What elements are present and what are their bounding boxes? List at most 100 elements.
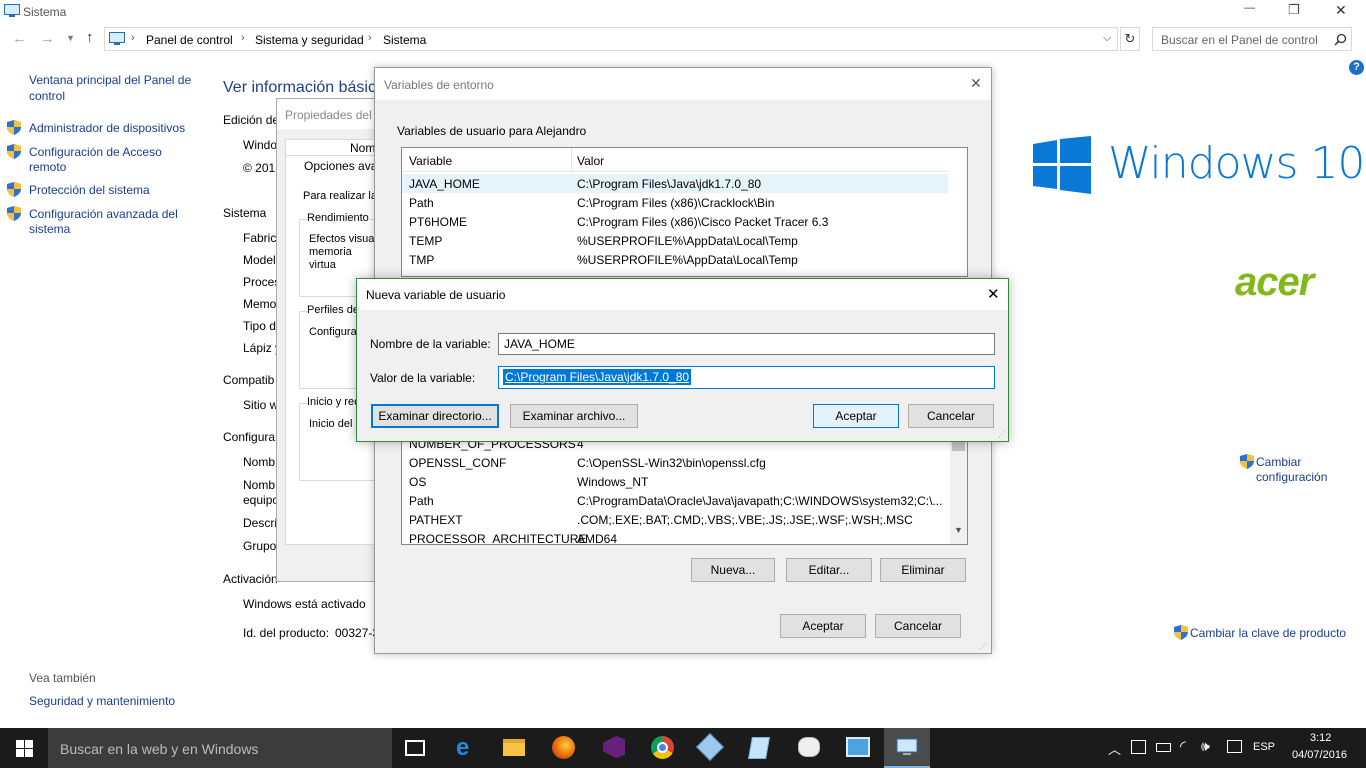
clock-time[interactable]: 3:12	[1310, 732, 1331, 744]
var-value: C:\ProgramData\Oracle\Java\javapath;C:\W…	[577, 493, 943, 508]
table-row[interactable]: OPENSSL_CONF C:\OpenSSL-Win32\bin\openss…	[402, 453, 948, 472]
new-var-ok-button[interactable]: Aceptar	[813, 404, 899, 428]
table-row[interactable]: PATHEXT .COM;.EXE;.BAT;.CMD;.VBS;.VBE;.J…	[402, 510, 948, 529]
search-input[interactable]: Buscar en el Panel de control	[1161, 33, 1318, 47]
see-also-security-link[interactable]: Seguridad y mantenimiento	[29, 694, 175, 708]
table-row[interactable]: Path C:\Program Files (x86)\Cracklock\Bi…	[402, 193, 948, 212]
shield-icon	[1240, 454, 1254, 469]
chrome-icon[interactable]	[651, 736, 674, 759]
address-box[interactable]: › Panel de control › Sistema y seguridad…	[104, 27, 1118, 51]
sidebar-item-advanced-settings[interactable]: Configuración avanzada del sistema	[7, 206, 207, 236]
var-value: AMD64	[577, 531, 618, 545]
variable-value-field[interactable]: C:\Program Files\Java\jdk1.7.0_80	[498, 366, 995, 389]
delete-variable-button[interactable]: Eliminar	[880, 558, 966, 582]
new-variable-button[interactable]: Nueva...	[691, 558, 775, 582]
var-name: Path	[409, 195, 434, 210]
paint-icon[interactable]	[798, 737, 820, 757]
config-row: Descri	[243, 516, 278, 530]
sidebar-home-link[interactable]: Ventana principal del Panel de control	[29, 72, 199, 104]
browse-directory-button[interactable]: Examinar directorio...	[371, 404, 499, 428]
acer-logo: acer	[1235, 260, 1314, 304]
activation-status: Windows está activado	[243, 597, 366, 611]
env-dialog-close-icon[interactable]: ✕	[970, 75, 982, 92]
table-row[interactable]: JAVA_HOME C:\Program Files\Java\jdk1.7.0…	[402, 174, 948, 193]
breadcrumb-system[interactable]: Sistema	[383, 33, 426, 47]
table-row[interactable]: TEMP %USERPROFILE%\AppData\Local\Temp	[402, 231, 948, 250]
resize-grip-icon[interactable]: ⋰	[998, 430, 1006, 439]
edge-icon[interactable]: e	[456, 734, 469, 762]
col-variable-header[interactable]: Variable	[409, 154, 452, 168]
new-var-title: Nueva variable de usuario	[366, 288, 506, 302]
browse-file-button[interactable]: Examinar archivo...	[510, 404, 638, 428]
notifications-icon[interactable]	[1227, 740, 1242, 753]
refresh-button[interactable]: ↻	[1120, 27, 1140, 51]
back-arrow-icon[interactable]: ←	[12, 30, 27, 47]
battery-icon[interactable]	[1156, 743, 1171, 752]
maximize-button[interactable]: ❐	[1288, 2, 1300, 18]
system-row: Memo	[243, 297, 277, 311]
system-vars-list[interactable]: NUMBER_OF_PROCESSORS 4 OPENSSL_CONF C:\O…	[401, 434, 968, 545]
change-product-key-label: Cambiar la clave de producto	[1190, 626, 1347, 640]
breadcrumb-security[interactable]: Sistema y seguridad	[255, 33, 364, 47]
windows-edition: Windo	[243, 138, 278, 152]
edition-label: Edición de	[223, 113, 280, 127]
var-value: %USERPROFILE%\AppData\Local\Temp	[577, 233, 798, 248]
visual-studio-icon[interactable]	[603, 736, 625, 758]
wifi-icon[interactable]: ◜	[1180, 737, 1186, 755]
user-vars-list[interactable]: Variable Valor JAVA_HOME C:\Program File…	[401, 147, 968, 277]
taskbar-search-box[interactable]: Buscar en la web y en Windows	[48, 728, 392, 768]
table-row[interactable]: PROCESSOR_ARCHITECTURE AMD64	[402, 529, 948, 545]
variable-name-value: JAVA_HOME	[504, 337, 575, 351]
taskbar-search-input[interactable]: Buscar en la web y en Windows	[60, 741, 258, 757]
var-value: C:\Program Files (x86)\Cisco Packet Trac…	[577, 214, 829, 229]
search-box[interactable]: Buscar en el Panel de control	[1152, 27, 1352, 51]
table-row[interactable]: PT6HOME C:\Program Files (x86)\Cisco Pac…	[402, 212, 948, 231]
file-explorer-icon[interactable]	[503, 739, 525, 756]
firefox-icon[interactable]	[552, 736, 575, 759]
volume-icon[interactable]: 🕪	[1201, 738, 1210, 755]
address-dropdown-icon[interactable]: ⌵	[1103, 32, 1111, 45]
table-row[interactable]: TMP %USERPROFILE%\AppData\Local\Temp	[402, 250, 948, 269]
table-row[interactable]: OS Windows_NT	[402, 472, 948, 491]
props-tab[interactable]: Nomb	[285, 139, 385, 156]
variable-name-field[interactable]: JAVA_HOME	[498, 333, 995, 355]
config-row: Grupo	[243, 539, 277, 553]
table-row[interactable]: Path C:\ProgramData\Oracle\Java\javapath…	[402, 491, 948, 510]
vertical-scrollbar[interactable]: ▼	[950, 435, 967, 544]
virtualbox-icon[interactable]	[695, 732, 725, 762]
new-var-cancel-button[interactable]: Cancelar	[908, 404, 994, 428]
env-cancel-button[interactable]: Cancelar	[875, 614, 961, 638]
new-var-close-icon[interactable]: ✕	[987, 285, 1000, 303]
copyright-text: © 201	[243, 161, 276, 175]
minimize-button[interactable]: —	[1244, 2, 1255, 14]
sidebar-item-device-manager[interactable]: Administrador de dispositivos	[7, 120, 207, 136]
page-title: Ver información básica	[223, 79, 385, 96]
resize-grip-icon[interactable]: ⋰	[979, 642, 987, 651]
system-row: Fabric	[243, 231, 277, 245]
sidebar-item-system-protection[interactable]: Protección del sistema	[7, 182, 207, 198]
env-ok-button[interactable]: Aceptar	[780, 614, 866, 638]
notes-app-icon[interactable]	[748, 737, 770, 759]
breadcrumb-control-panel[interactable]: Panel de control	[146, 33, 233, 47]
search-icon	[1334, 33, 1347, 46]
var-name: PATHEXT	[409, 512, 463, 527]
sidebar-item-remote-access[interactable]: Configuración de Acceso remoto	[7, 144, 207, 174]
col-value-header[interactable]: Valor	[577, 154, 604, 168]
title-bar: Sistema — ❐ ✕	[0, 0, 1366, 26]
task-view-icon[interactable]	[405, 740, 425, 756]
recent-dropdown-icon[interactable]: ▼	[66, 33, 75, 43]
system-window-taskbar-icon[interactable]	[884, 728, 930, 768]
input-language[interactable]: ESP	[1253, 741, 1275, 753]
clock-date[interactable]: 04/07/2016	[1292, 749, 1347, 761]
tray-app-icon[interactable]	[1131, 740, 1146, 754]
up-arrow-icon[interactable]: ↑	[86, 29, 94, 46]
forward-arrow-icon[interactable]: →	[40, 30, 55, 47]
start-windows-icon[interactable]	[16, 740, 33, 757]
variable-value-selected: C:\Program Files\Java\jdk1.7.0_80	[503, 369, 692, 385]
breadcrumb-separator-icon: ›	[241, 32, 245, 44]
close-button[interactable]: ✕	[1335, 2, 1347, 19]
remote-desktop-icon[interactable]	[846, 737, 870, 757]
scroll-down-icon[interactable]: ▼	[954, 525, 963, 535]
edit-variable-button[interactable]: Editar...	[786, 558, 872, 582]
tray-chevron-icon[interactable]: ︿	[1108, 739, 1121, 758]
